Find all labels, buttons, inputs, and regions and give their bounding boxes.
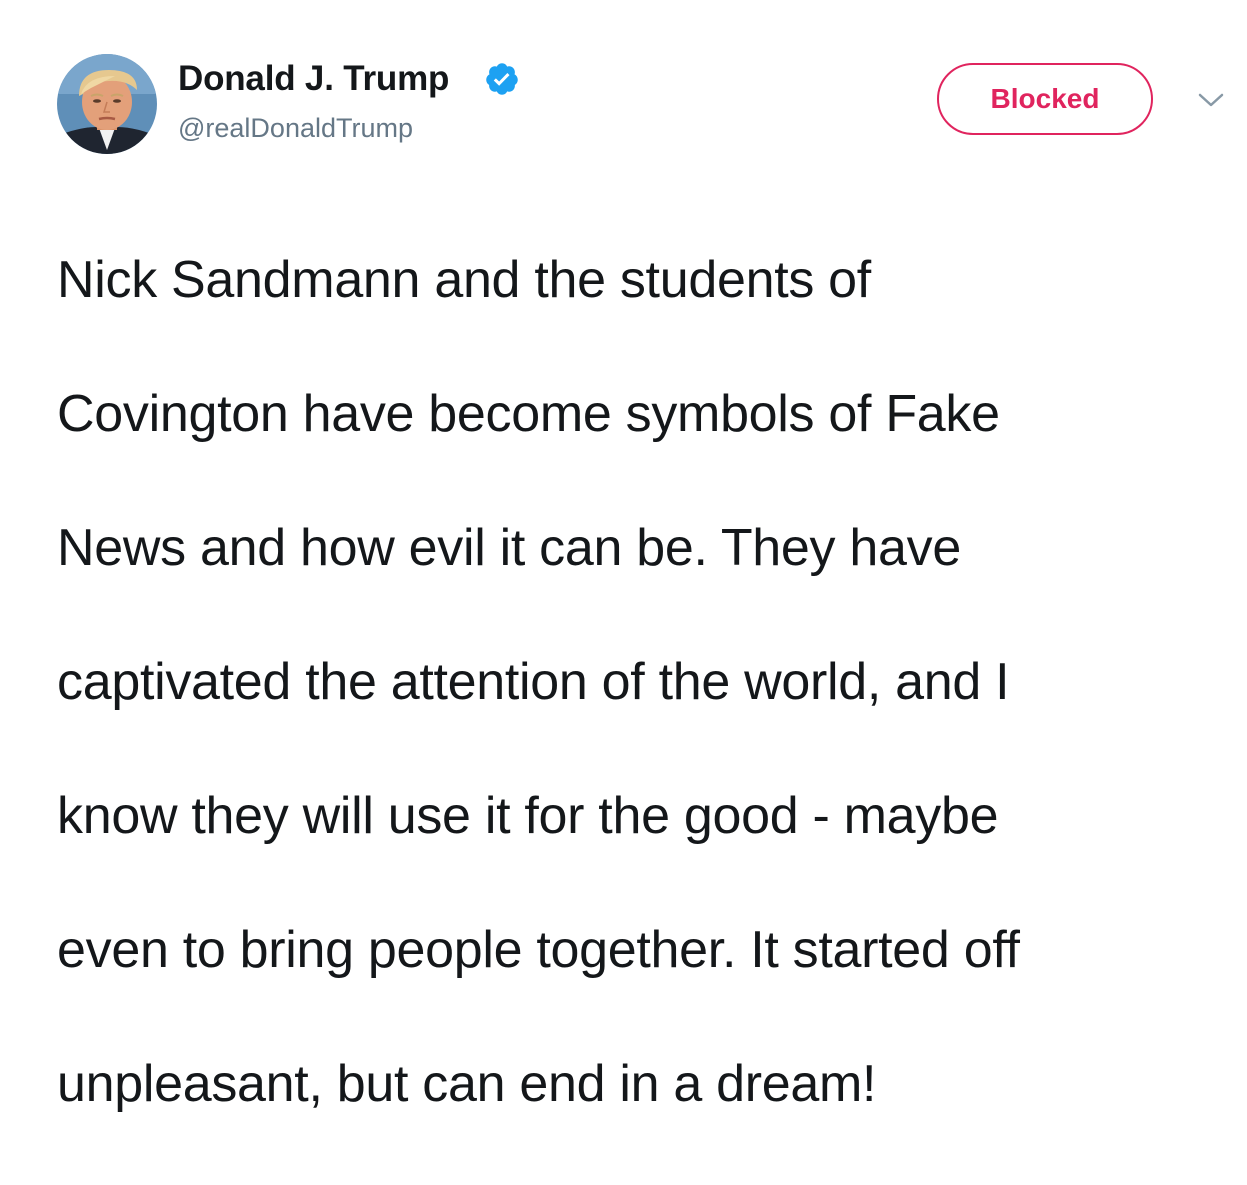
tweet-text-line: Covington have become symbols of Fake [57,385,1000,443]
blocked-button[interactable]: Blocked [937,63,1153,135]
tweet-text-line: captivated the attention of the world, a… [57,653,1010,711]
chevron-down-icon[interactable] [1196,90,1226,110]
tweet-text-line: Nick Sandmann and the students of [57,251,871,309]
verified-badge-icon [486,63,518,95]
author-handle[interactable]: @realDonaldTrump [178,112,413,144]
tweet-text: Nick Sandmann and the students of Coving… [57,180,1227,1185]
tweet-text-line: unpleasant, but can end in a dream! [57,1055,877,1113]
avatar[interactable] [57,54,157,154]
tweet-text-line: News and how evil it can be. They have [57,519,961,577]
author-name[interactable]: Donald J. Trump [178,58,449,100]
profile-photo-icon [57,54,157,154]
tweet-text-line: know they will use it for the good - may… [57,787,999,845]
tweet-text-line: even to bring people together. It starte… [57,921,1020,979]
tweet-card: Donald J. Trump @realDonaldTrump Blocked… [0,0,1247,1113]
